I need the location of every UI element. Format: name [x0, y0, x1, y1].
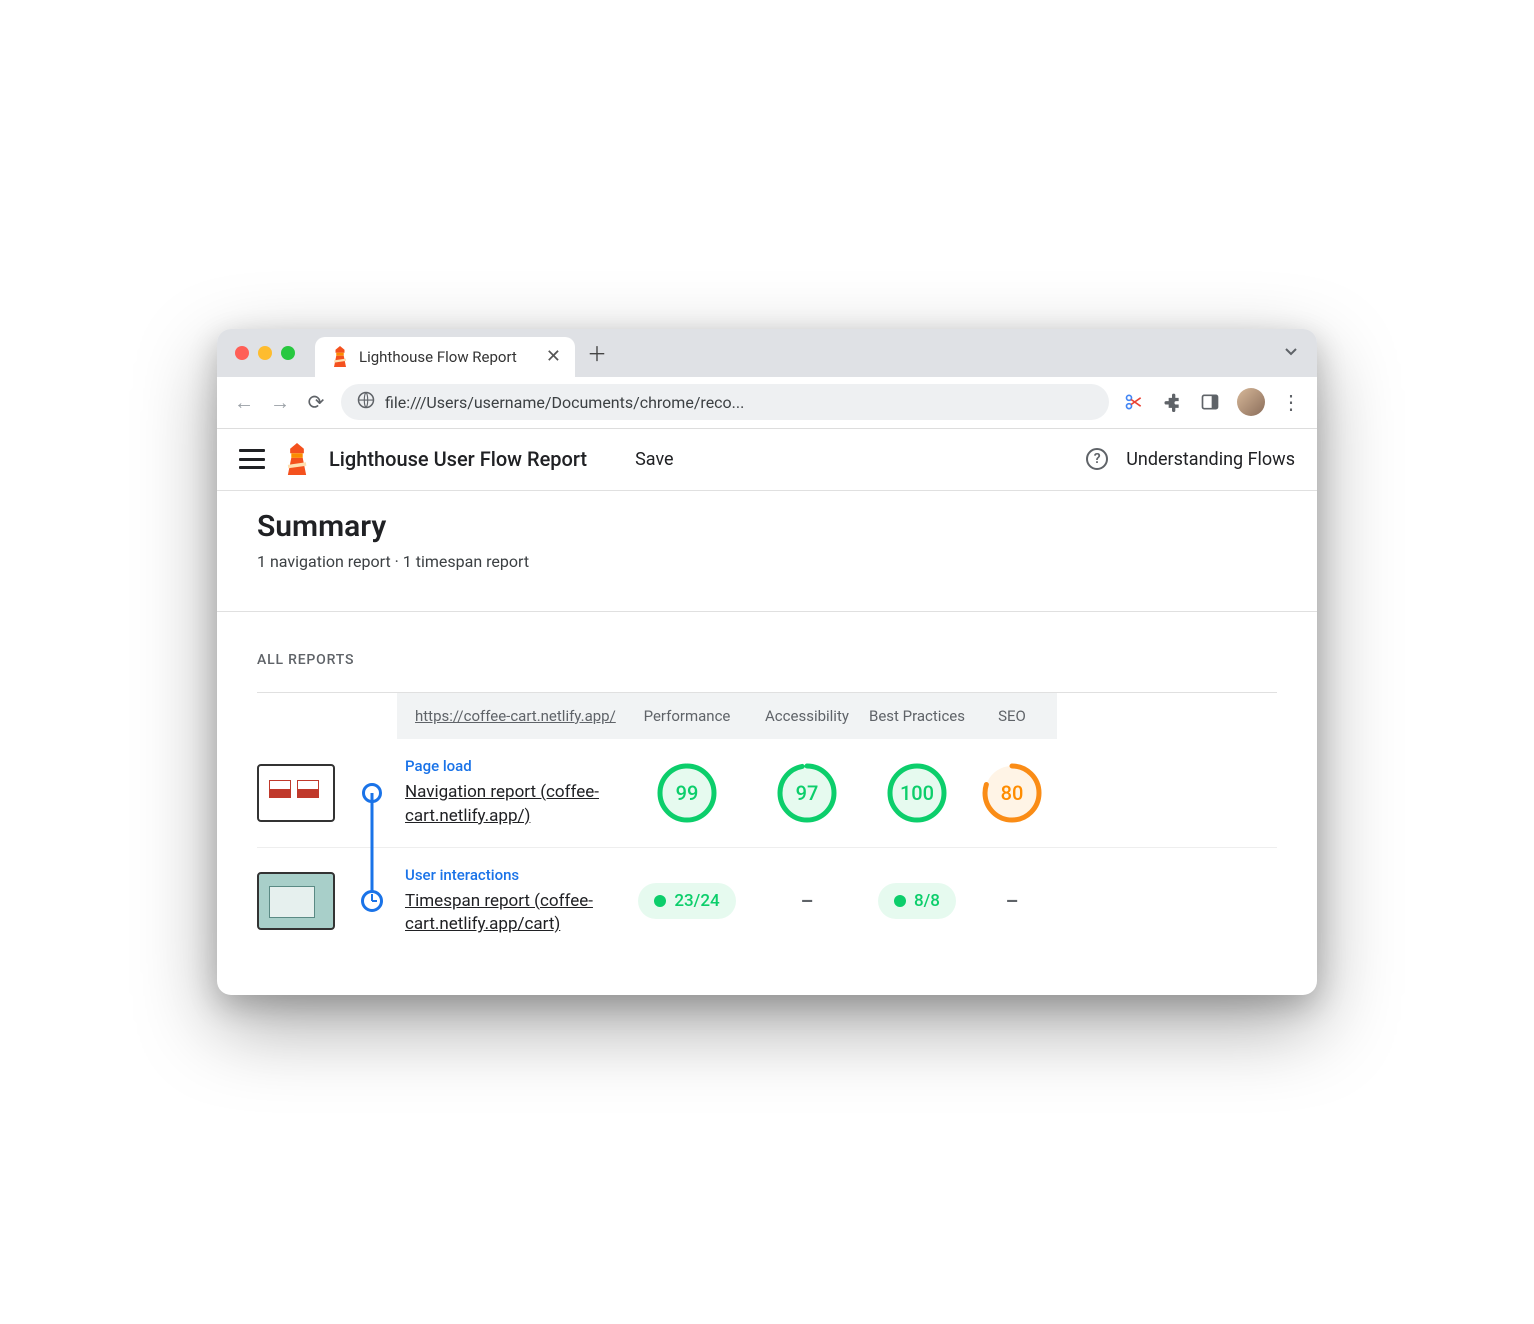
content-area: Summary 1 navigation report · 1 timespan…	[217, 491, 1317, 995]
summary-heading: Summary	[257, 509, 1277, 544]
reports-header-row: https://coffee-cart.netlify.app/ Perform…	[257, 693, 1277, 739]
all-reports-label: ALL REPORTS	[257, 652, 1277, 668]
maximize-window-button[interactable]	[281, 346, 295, 360]
gauge-best-practices[interactable]: 100	[867, 762, 967, 824]
browser-tab[interactable]: Lighthouse Flow Report ✕	[315, 337, 575, 377]
save-button[interactable]: Save	[635, 449, 674, 470]
tab-title: Lighthouse Flow Report	[359, 348, 517, 366]
app-header: Lighthouse User Flow Report Save ? Under…	[217, 429, 1317, 491]
menu-button[interactable]	[239, 449, 265, 469]
dash-seo: –	[967, 889, 1057, 913]
gauge-seo[interactable]: 80	[967, 762, 1057, 824]
address-bar: ← → ⟳ file:///Users/username/Documents/c…	[217, 377, 1317, 429]
col-accessibility: Accessibility	[747, 707, 867, 725]
side-panel-icon[interactable]	[1199, 391, 1221, 413]
report-row-navigation: Page load Navigation report (coffee-cart…	[257, 739, 1277, 848]
lighthouse-logo-icon	[283, 443, 311, 475]
pill-performance[interactable]: 23/24	[627, 883, 747, 919]
col-performance: Performance	[627, 707, 747, 725]
summary-subtitle: 1 navigation report · 1 timespan report	[257, 552, 1277, 571]
timeline-marker-timespan	[347, 890, 397, 912]
extensions-icon[interactable]	[1161, 391, 1183, 413]
minimize-window-button[interactable]	[258, 346, 272, 360]
understanding-flows-link[interactable]: Understanding Flows	[1126, 449, 1295, 470]
divider	[217, 611, 1317, 612]
new-tab-button[interactable]: ＋	[587, 338, 607, 367]
gauge-accessibility[interactable]: 97	[747, 762, 867, 824]
thumbnail-timespan[interactable]	[257, 872, 335, 930]
thumbnail-navigation[interactable]	[257, 764, 335, 822]
scissors-icon[interactable]	[1123, 391, 1145, 413]
browser-menu-icon[interactable]: ⋮	[1281, 390, 1301, 414]
browser-window: Lighthouse Flow Report ✕ ＋ ← → ⟳ file://…	[217, 329, 1317, 995]
forward-button[interactable]: →	[269, 390, 291, 415]
globe-icon	[357, 391, 375, 413]
col-seo: SEO	[967, 707, 1057, 725]
tabs-dropdown-icon[interactable]	[1283, 343, 1299, 363]
window-controls	[235, 346, 295, 360]
help-icon[interactable]: ?	[1086, 448, 1108, 470]
step-label: User interactions	[405, 866, 627, 884]
report-row-timespan: User interactions Timespan report (coffe…	[257, 848, 1277, 956]
timeline-marker-navigation	[347, 783, 397, 803]
profile-avatar[interactable]	[1237, 388, 1265, 416]
navigation-report-link[interactable]: Navigation report (coffee-cart.netlify.a…	[405, 781, 627, 829]
dash-accessibility: –	[747, 889, 867, 913]
app-title: Lighthouse User Flow Report	[329, 447, 587, 471]
gauge-performance[interactable]: 99	[627, 762, 747, 824]
timespan-report-link[interactable]: Timespan report (coffee-cart.netlify.app…	[405, 890, 627, 938]
toolbar-icons: ⋮	[1123, 388, 1301, 416]
pill-best-practices[interactable]: 8/8	[867, 883, 967, 919]
clock-marker-icon	[361, 890, 383, 912]
step-label: Page load	[405, 757, 627, 775]
reload-button[interactable]: ⟳	[305, 390, 327, 414]
back-button[interactable]: ←	[233, 390, 255, 415]
url-text: file:///Users/username/Documents/chrome/…	[385, 393, 744, 412]
col-best-practices: Best Practices	[867, 707, 967, 725]
url-input[interactable]: file:///Users/username/Documents/chrome/…	[341, 384, 1109, 420]
lighthouse-favicon-icon	[331, 348, 349, 366]
tab-bar: Lighthouse Flow Report ✕ ＋	[217, 329, 1317, 377]
report-url-link[interactable]: https://coffee-cart.netlify.app/	[397, 707, 627, 725]
close-tab-icon[interactable]: ✕	[546, 346, 561, 367]
close-window-button[interactable]	[235, 346, 249, 360]
